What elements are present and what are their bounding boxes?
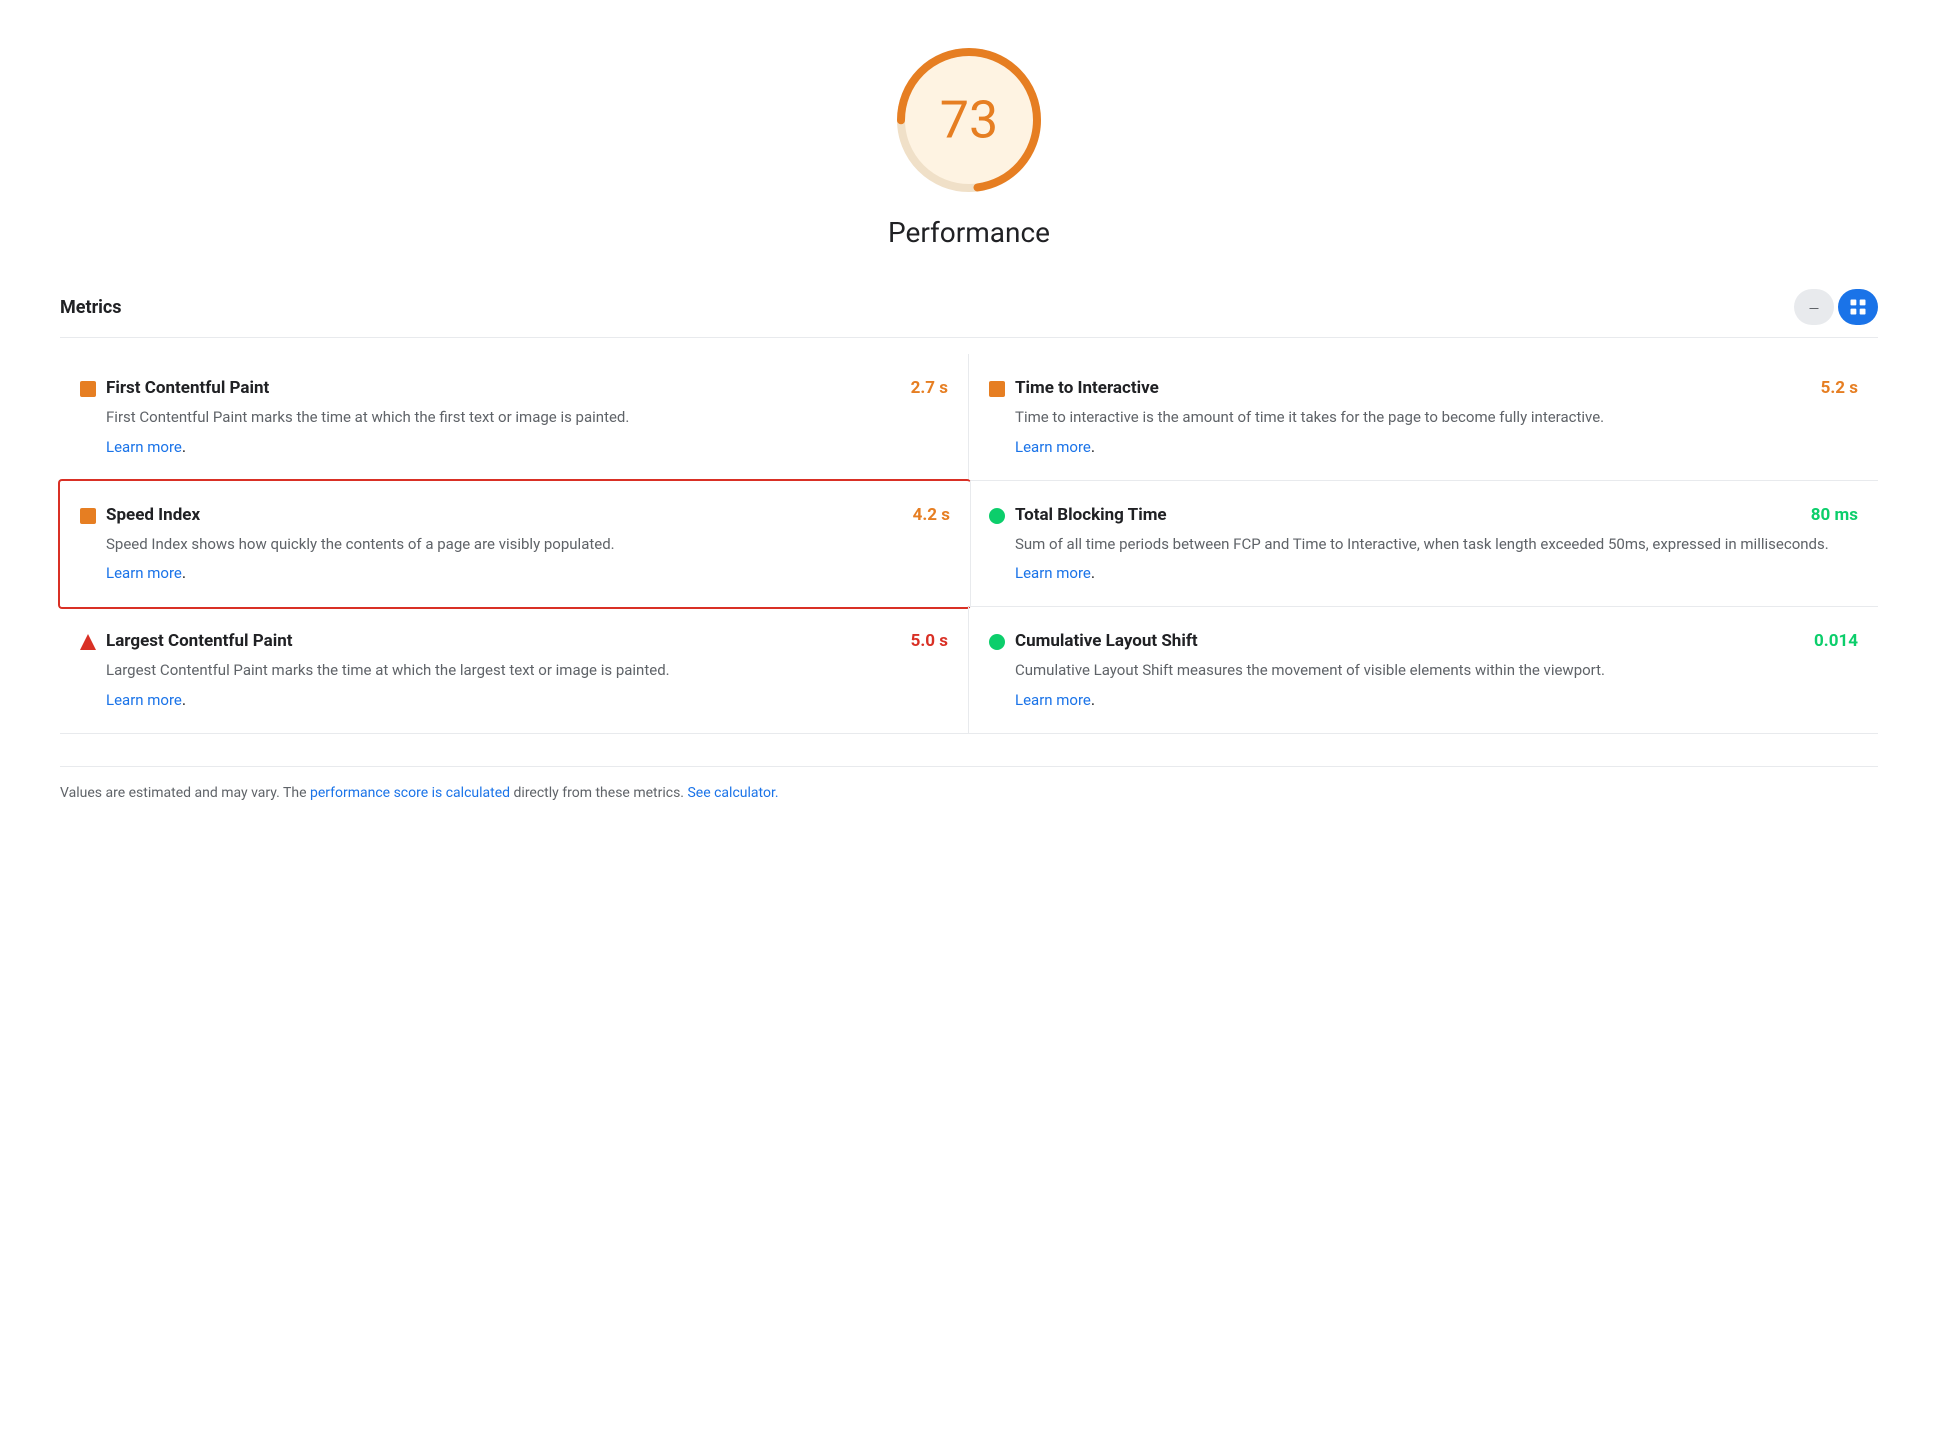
- metric-name-cls: Cumulative Layout Shift: [1015, 631, 1198, 651]
- metric-period-cls: .: [1091, 690, 1095, 709]
- metric-learn-more-tti[interactable]: Learn more: [1015, 438, 1091, 456]
- metric-period-tti: .: [1091, 437, 1095, 456]
- metric-description-cls: Cumulative Layout Shift measures the mov…: [1015, 659, 1858, 682]
- green-circle-icon-cls: [989, 634, 1005, 650]
- metric-header-fcp: First Contentful Paint 2.7 s: [80, 378, 948, 398]
- metric-header-si: Speed Index 4.2 s: [80, 505, 950, 525]
- score-label: Performance: [888, 216, 1050, 249]
- metric-item-tbt: Total Blocking Time 80 ms Sum of all time …: [969, 481, 1878, 608]
- orange-square-icon-si: [80, 508, 96, 524]
- metric-description-fcp: First Contentful Paint marks the time at…: [106, 406, 948, 429]
- metric-title-row-si: Speed Index: [80, 505, 200, 525]
- metric-value-fcp: 2.7 s: [911, 378, 948, 398]
- metric-description-lcp: Largest Contentful Paint marks the time …: [106, 659, 948, 682]
- score-circle: 73: [889, 40, 1049, 200]
- metric-item-tti: Time to Interactive 5.2 s Time to interact…: [969, 354, 1878, 481]
- metric-learn-more-tbt[interactable]: Learn more: [1015, 564, 1091, 582]
- list-view-button[interactable]: ⎯: [1794, 289, 1834, 325]
- grid-icon: [1848, 297, 1868, 317]
- see-calculator-link[interactable]: See calculator.: [687, 785, 778, 801]
- metric-item-fcp: First Contentful Paint2.7 sFirst Content…: [60, 354, 969, 481]
- metric-title-row-cls: Cumulative Layout Shift: [989, 631, 1198, 651]
- grid-view-button[interactable]: [1838, 289, 1878, 325]
- metric-value-si: 4.2 s: [913, 505, 950, 525]
- score-value: 73: [940, 90, 998, 151]
- metric-title-row-fcp: First Contentful Paint: [80, 378, 269, 398]
- metric-title-row-lcp: Largest Contentful Paint: [80, 631, 293, 651]
- metric-name-si: Speed Index: [106, 505, 200, 525]
- metric-value-tti: 5.2 s: [1821, 378, 1858, 398]
- metric-description-tti: Time to interactive is the amount of tim…: [1015, 406, 1858, 429]
- metrics-title: Metrics: [60, 297, 122, 318]
- metrics-grid: First Contentful Paint2.7 sFirst Content…: [60, 354, 1878, 734]
- list-icon: ⎯: [1810, 297, 1819, 318]
- footer-text-before: Values are estimated and may vary. The: [60, 785, 310, 801]
- footer-text-between: directly from these metrics.: [510, 785, 687, 801]
- footer: Values are estimated and may vary. The p…: [60, 766, 1878, 804]
- view-toggle: ⎯: [1794, 289, 1878, 325]
- metrics-header: Metrics ⎯: [60, 289, 1878, 338]
- metric-item-si: Speed Index 4.2 s Speed Index shows how qu…: [58, 479, 971, 610]
- metric-item-lcp: Largest Contentful Paint5.0 sLargest Con…: [60, 607, 969, 734]
- score-section: 73 Performance: [60, 40, 1878, 249]
- metric-header-cls: Cumulative Layout Shift 0.014: [989, 631, 1858, 651]
- orange-square-icon-fcp: [80, 381, 96, 397]
- metric-learn-more-lcp[interactable]: Learn more: [106, 691, 182, 709]
- metric-period-si: .: [182, 563, 186, 582]
- metric-title-row-tti: Time to Interactive: [989, 378, 1159, 398]
- metric-name-lcp: Largest Contentful Paint: [106, 631, 293, 651]
- metric-name-tbt: Total Blocking Time: [1015, 505, 1167, 525]
- metric-period-fcp: .: [182, 437, 186, 456]
- metric-value-tbt: 80 ms: [1811, 505, 1858, 525]
- metric-period-lcp: .: [182, 690, 186, 709]
- metric-learn-more-si[interactable]: Learn more: [106, 564, 182, 582]
- metric-value-lcp: 5.0 s: [911, 631, 948, 651]
- metric-learn-more-cls[interactable]: Learn more: [1015, 691, 1091, 709]
- performance-score-link[interactable]: performance score is calculated: [310, 785, 510, 801]
- orange-square-icon-tti: [989, 381, 1005, 397]
- metric-learn-more-fcp[interactable]: Learn more: [106, 438, 182, 456]
- metric-description-si: Speed Index shows how quickly the conten…: [106, 533, 950, 556]
- metric-name-tti: Time to Interactive: [1015, 378, 1159, 398]
- metric-title-row-tbt: Total Blocking Time: [989, 505, 1167, 525]
- metric-item-cls: Cumulative Layout Shift0.014Cumulative L…: [969, 607, 1878, 734]
- red-triangle-icon-lcp: [80, 634, 96, 650]
- metric-header-tbt: Total Blocking Time 80 ms: [989, 505, 1858, 525]
- metric-value-cls: 0.014: [1814, 631, 1858, 651]
- metric-name-fcp: First Contentful Paint: [106, 378, 269, 398]
- metric-header-tti: Time to Interactive 5.2 s: [989, 378, 1858, 398]
- green-circle-icon-tbt: [989, 508, 1005, 524]
- metric-header-lcp: Largest Contentful Paint 5.0 s: [80, 631, 948, 651]
- metric-period-tbt: .: [1091, 563, 1095, 582]
- metric-description-tbt: Sum of all time periods between FCP and …: [1015, 533, 1858, 556]
